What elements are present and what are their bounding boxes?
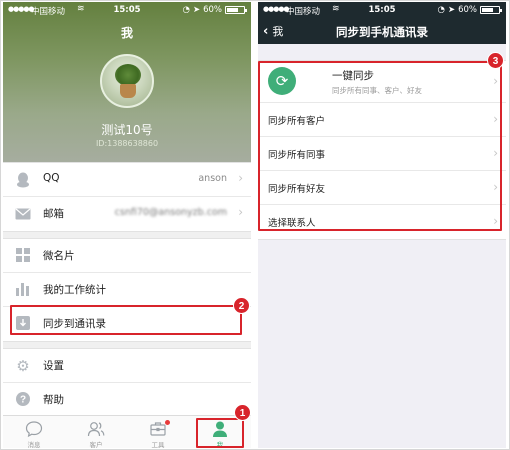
battery-icon: [225, 6, 247, 14]
battery-icon: [480, 6, 502, 14]
status-bar: ●●●●● 中国移动 ≋ 15:05 ◔ ➤ 60%: [258, 2, 506, 18]
page-title: 我: [120, 26, 133, 40]
row-settings[interactable]: ⚙ 设置: [3, 349, 251, 383]
gear-icon: ⚙: [16, 357, 30, 375]
profile-id: ID:1388638860: [95, 139, 159, 148]
mail-icon: [15, 206, 31, 222]
row-value: csnfi70@ansonyzb.com: [114, 207, 227, 218]
callout-badge-3: 3: [487, 52, 504, 69]
row-label: 帮助: [43, 394, 64, 406]
tab-label: 客户: [89, 441, 103, 448]
left-phone-screen: ●●●●● 中国移动 ≋ 15:05 ◔ ➤ 60% 我 测试10号 ID:13…: [3, 2, 251, 448]
row-business-card[interactable]: 微名片: [3, 239, 251, 273]
row-label: 设置: [43, 360, 64, 372]
location-icon: ➤: [447, 5, 456, 15]
row-label: 我的工作统计: [43, 284, 106, 296]
qq-icon: [15, 172, 31, 188]
avatar-pot-image: [120, 84, 136, 98]
card-icon: [15, 248, 31, 264]
svg-text:?: ?: [20, 395, 26, 406]
chevron-right-icon: ›: [238, 205, 243, 219]
row-work-stats[interactable]: 我的工作统计: [3, 273, 251, 307]
tab-tools[interactable]: 工具: [127, 416, 189, 448]
profile-name: 测试10号: [101, 123, 153, 137]
tab-label: 工具: [151, 441, 165, 448]
page-title: 同步到手机通讯录: [336, 25, 428, 39]
chevron-right-icon: ›: [238, 171, 243, 185]
callout-box-sync-options: [258, 61, 502, 231]
settings-group: ⚙ 设置 ? 帮助: [3, 348, 251, 418]
notification-dot: [165, 420, 170, 425]
callout-box-tab-me: [196, 418, 244, 448]
lock-icon: ◔: [437, 5, 445, 15]
tab-label: 消息: [27, 441, 41, 448]
row-label: 微名片: [43, 250, 75, 262]
callout-badge-1: 1: [234, 404, 251, 421]
row-email[interactable]: 邮箱 csnfi70@ansonyzb.com ›: [3, 197, 251, 231]
avatar[interactable]: [100, 54, 154, 108]
contacts-icon: [87, 422, 105, 437]
tab-messages[interactable]: 消息: [3, 416, 65, 448]
row-value: anson: [198, 173, 227, 184]
row-label: 邮箱: [43, 208, 64, 220]
nav-bar: ●●●●● 中国移动 ≋ 15:05 ◔ ➤ 60% ‹ 我 同步到手机通讯录: [258, 2, 506, 44]
account-group: QQ anson › 邮箱 csnfi70@ansonyzb.com ›: [3, 162, 251, 232]
battery-percent: 60%: [458, 5, 477, 15]
avatar-plant-image: [115, 64, 141, 86]
callout-box-sync-contacts: [10, 305, 242, 335]
tab-customers[interactable]: 客户: [65, 416, 127, 448]
status-bar: ●●●●● 中国移动 ≋ 15:05 ◔ ➤ 60%: [3, 2, 251, 18]
callout-badge-2: 2: [233, 297, 250, 314]
battery-percent: 60%: [203, 5, 222, 15]
row-label: QQ: [43, 172, 60, 184]
location-icon: ➤: [192, 5, 201, 15]
chat-icon: [25, 421, 43, 438]
bar-chart-icon: [15, 282, 31, 298]
row-qq[interactable]: QQ anson ›: [3, 163, 251, 197]
help-icon: ?: [15, 392, 31, 408]
lock-icon: ◔: [182, 5, 190, 15]
row-help[interactable]: ? 帮助: [3, 383, 251, 417]
